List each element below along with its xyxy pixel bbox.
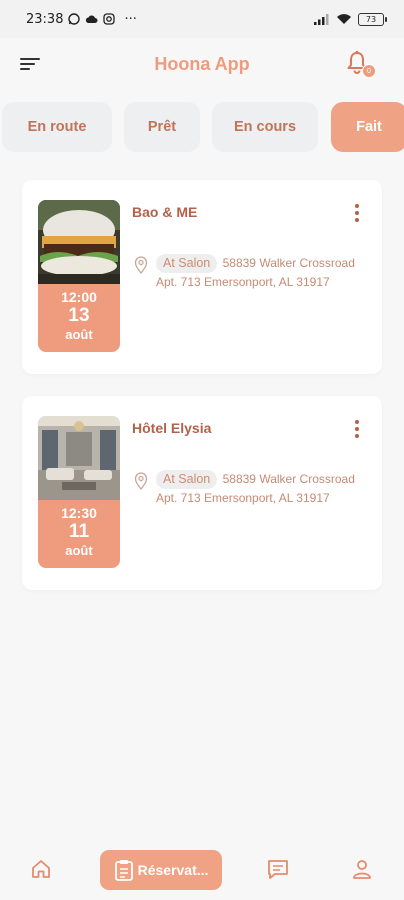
reservation-address: At Salon 58839 Walker Crossroad Apt. 713… — [156, 254, 366, 292]
reservation-time: 12:00 — [61, 289, 97, 305]
food-image — [38, 200, 120, 284]
hotel-image — [38, 416, 120, 500]
tab-en-cours[interactable]: En cours — [212, 102, 318, 152]
service-type-badge: At Salon — [156, 470, 218, 489]
whatsapp-icon — [68, 13, 81, 25]
reservation-name: Hôtel Elysia — [132, 420, 212, 436]
more-options-icon[interactable] — [352, 418, 362, 440]
app-header: Hoona App 0 — [0, 38, 404, 90]
nav-reservations-button[interactable]: Réservat... — [100, 850, 222, 890]
chat-icon[interactable] — [267, 858, 289, 880]
reservation-card[interactable]: 12:00 13 août Bao & ME At Salon 58839 Wa… — [22, 180, 382, 374]
tab-fait[interactable]: Fait — [331, 102, 404, 152]
instagram-icon — [103, 13, 116, 25]
battery-icon: 73 — [358, 12, 387, 26]
tab-pret[interactable]: Prêt — [124, 102, 200, 152]
clipboard-icon — [114, 860, 133, 881]
reservation-name: Bao & ME — [132, 204, 198, 220]
reservation-month: août — [65, 543, 93, 558]
reservation-month: août — [65, 327, 93, 342]
location-pin-icon — [134, 472, 148, 490]
home-icon[interactable] — [30, 858, 52, 880]
status-bar: 23:38 ··· 73 — [0, 0, 404, 38]
more-options-icon[interactable] — [352, 202, 362, 224]
bottom-navigation: Réservat... — [0, 838, 404, 900]
notification-badge: 0 — [362, 64, 376, 78]
reservation-time: 12:30 — [61, 505, 97, 521]
reservation-thumbnail: 12:00 13 août — [38, 200, 120, 352]
tab-en-route[interactable]: En route — [2, 102, 112, 152]
reservation-date: 12:30 11 août — [38, 500, 120, 568]
cloud-icon — [86, 15, 98, 23]
reservation-card[interactable]: 12:30 11 août Hôtel Elysia At Salon 5883… — [22, 396, 382, 590]
battery-level: 73 — [365, 14, 377, 24]
menu-icon[interactable] — [20, 54, 42, 74]
notifications-button[interactable]: 0 — [346, 50, 376, 78]
service-type-badge: At Salon — [156, 254, 218, 273]
location-pin-icon — [134, 256, 148, 274]
status-time: 23:38 — [26, 11, 64, 27]
reservation-date: 12:00 13 août — [38, 284, 120, 352]
nav-reservations-label: Réservat... — [137, 862, 209, 878]
status-more: ··· — [124, 11, 137, 27]
reservation-thumbnail: 12:30 11 août — [38, 416, 120, 568]
signal-icon — [314, 14, 329, 25]
status-tabs: En route Prêt En cours Fait — [0, 102, 404, 152]
reservation-address: At Salon 58839 Walker Crossroad Apt. 713… — [156, 470, 366, 508]
app-title: Hoona App — [154, 53, 250, 74]
reservation-day: 11 — [68, 521, 90, 542]
profile-icon[interactable] — [351, 858, 373, 880]
wifi-icon — [337, 14, 351, 24]
reservation-day: 13 — [68, 305, 90, 326]
